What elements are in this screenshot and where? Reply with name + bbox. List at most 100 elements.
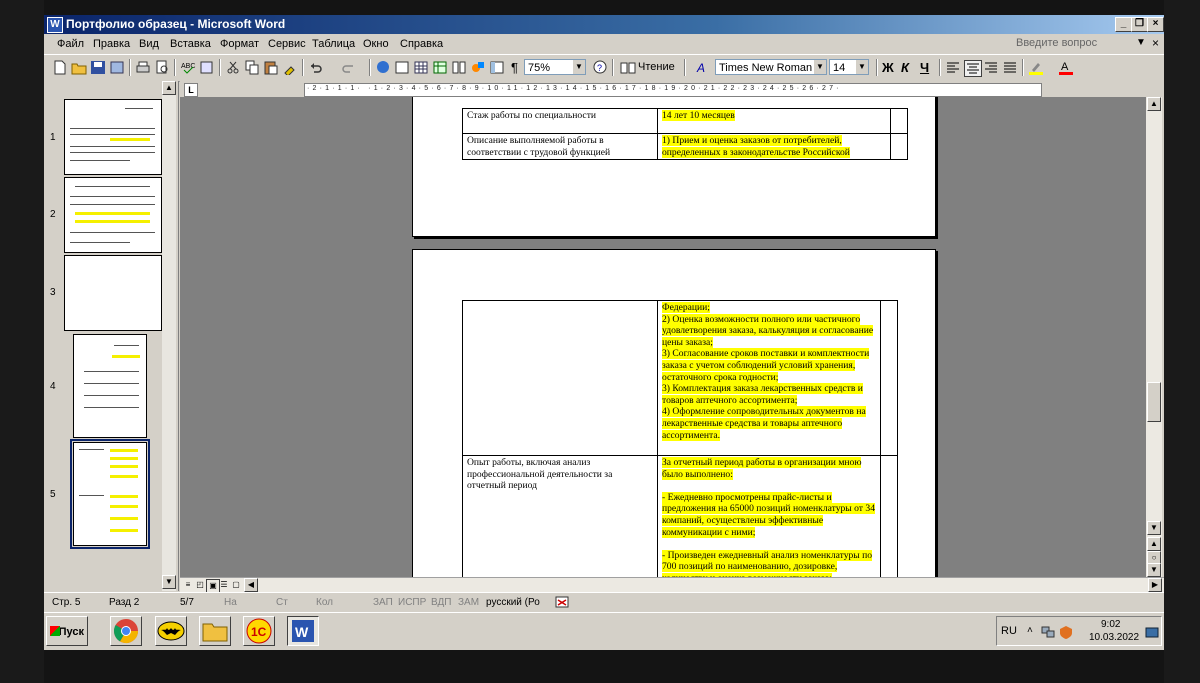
taskbar-batch-app[interactable] <box>155 616 187 646</box>
table-cell[interactable]: Стаж работы по специальности <box>462 108 658 134</box>
help-icon[interactable]: ? <box>592 60 608 75</box>
reading-mode-button[interactable]: Чтение <box>638 61 675 73</box>
table-cell[interactable]: 14 лет 10 месяцев <box>657 108 891 134</box>
cut-icon[interactable] <box>225 60 241 75</box>
font-size-combo[interactable]: 14 ▼ <box>829 59 869 75</box>
menu-view[interactable]: Вид <box>139 38 159 50</box>
menu-tools[interactable]: Сервис <box>268 38 306 50</box>
menu-insert[interactable]: Вставка <box>170 38 211 50</box>
maximize-button[interactable]: ❐ <box>1131 17 1148 32</box>
thumbnail-page-5[interactable] <box>73 442 147 546</box>
outline-view-icon[interactable]: ☰ <box>218 579 230 591</box>
language-indicator[interactable]: RU <box>1001 625 1017 637</box>
taskbar-chrome[interactable] <box>110 616 142 646</box>
taskbar-1c[interactable]: 1С <box>243 616 275 646</box>
menu-help[interactable]: Справка <box>400 38 443 50</box>
underline-button[interactable]: Ч <box>920 60 929 75</box>
spelling-status-icon[interactable] <box>555 596 573 609</box>
help-search-input[interactable]: Введите вопрос <box>1016 37 1126 51</box>
paste-icon[interactable] <box>263 60 279 75</box>
table-cell[interactable]: Описание выполняемой работы в соответств… <box>462 132 658 161</box>
status-track-changes[interactable]: ИСПР <box>398 597 426 608</box>
table-cell[interactable]: Федерации; 2) Оценка возможности полного… <box>657 300 881 456</box>
close-button[interactable]: × <box>1147 17 1164 32</box>
status-extend[interactable]: ВДП <box>431 597 451 608</box>
document-area[interactable]: Стаж работы по специальности 14 лет 10 м… <box>180 97 1146 577</box>
document-page[interactable]: Стаж работы по специальности 14 лет 10 м… <box>412 97 936 237</box>
redo-icon[interactable] <box>340 60 356 75</box>
status-language[interactable]: русский (Ро <box>486 597 540 608</box>
align-left-icon[interactable] <box>945 60 961 75</box>
thumbnail-page-3[interactable] <box>64 255 162 331</box>
scroll-up-icon[interactable]: ▲ <box>162 81 176 95</box>
new-document-icon[interactable] <box>52 60 68 75</box>
zoom-combo[interactable]: 75% ▼ <box>524 59 586 75</box>
taskbar-explorer[interactable] <box>199 616 231 646</box>
title-bar[interactable]: W Портфолио образец - Microsoft Word _ ❐… <box>44 15 1164 34</box>
next-page-icon[interactable]: ▼ <box>1147 563 1161 577</box>
security-icon[interactable] <box>1059 625 1073 639</box>
print-preview-icon[interactable] <box>154 60 170 75</box>
insert-excel-icon[interactable] <box>432 60 448 75</box>
taskbar-word[interactable]: W <box>287 616 319 646</box>
italic-button[interactable]: К <box>901 60 909 75</box>
menu-window[interactable]: Окно <box>363 38 389 50</box>
format-painter-icon[interactable] <box>282 60 298 75</box>
previous-page-icon[interactable]: ▲ <box>1147 537 1161 551</box>
columns-icon[interactable] <box>451 60 467 75</box>
styles-icon[interactable]: A <box>696 60 712 75</box>
align-right-icon[interactable] <box>983 60 999 75</box>
scroll-right-icon[interactable]: ▶ <box>1148 578 1162 592</box>
status-overtype[interactable]: ЗАМ <box>458 597 479 608</box>
thumbnail-page-2[interactable] <box>64 177 162 253</box>
status-record[interactable]: ЗАП <box>373 597 393 608</box>
insert-table-icon[interactable] <box>413 60 429 75</box>
show-hide-formatting-icon[interactable]: ¶ <box>508 60 524 75</box>
tab-stop-selector[interactable]: L <box>184 83 198 97</box>
spelling-icon[interactable]: ABC <box>180 60 196 75</box>
permission-icon[interactable] <box>109 60 125 75</box>
help-dropdown-icon[interactable]: ▼ <box>1136 37 1146 48</box>
table-cell[interactable]: 1) Прием и оценка заказов от потребителе… <box>657 132 891 161</box>
menu-file[interactable]: Файл <box>57 38 84 50</box>
table-cell[interactable] <box>462 300 658 456</box>
print-icon[interactable] <box>135 60 151 75</box>
reading-layout-icon[interactable] <box>620 60 636 75</box>
clock-time[interactable]: 9:02 <box>1101 619 1120 630</box>
scrollbar-thumb[interactable] <box>1147 382 1161 422</box>
minimize-button[interactable]: _ <box>1115 17 1132 32</box>
document-close-icon[interactable]: × <box>1152 36 1159 50</box>
drawing-icon[interactable] <box>470 60 486 75</box>
menu-edit[interactable]: Правка <box>93 38 130 50</box>
clock-date[interactable]: 10.03.2022 <box>1089 632 1139 643</box>
justify-icon[interactable] <box>1002 60 1018 75</box>
undo-icon[interactable] <box>308 60 324 75</box>
thumbnail-page-4[interactable] <box>73 334 147 438</box>
horizontal-ruler[interactable]: ·2·1·1·1· ·1·2·3·4·5·6·7·8·9·10·11·12·13… <box>304 83 1042 97</box>
scroll-down-icon[interactable]: ▼ <box>1147 521 1161 535</box>
normal-view-icon[interactable]: ≡ <box>182 579 194 591</box>
open-folder-icon[interactable] <box>71 60 87 75</box>
vertical-scrollbar[interactable]: ▲ ▼ ▲ ○ ▼ <box>1146 97 1162 577</box>
network-icon[interactable] <box>1041 625 1055 639</box>
font-name-combo[interactable]: Times New Roman ▼ <box>715 59 827 75</box>
menu-format[interactable]: Формат <box>220 38 259 50</box>
table-cell[interactable]: За отчетный период работы в организации … <box>657 455 881 577</box>
start-button[interactable]: Пуск <box>46 616 88 646</box>
bold-button[interactable]: Ж <box>882 60 894 75</box>
menu-table[interactable]: Таблица <box>312 38 355 50</box>
table-cell[interactable]: Опыт работы, включая анализ профессионал… <box>462 455 658 577</box>
thumbnails-scrollbar[interactable]: ▲ ▼ <box>162 81 176 591</box>
scroll-up-icon[interactable]: ▲ <box>1147 97 1161 111</box>
horizontal-scrollbar[interactable]: ≡ ◰ ▣ ☰ ▢ ◀ ▶ <box>180 577 1164 593</box>
font-color-icon[interactable]: A <box>1058 60 1074 75</box>
tables-borders-icon[interactable] <box>394 60 410 75</box>
align-center-icon[interactable] <box>964 60 982 77</box>
scroll-down-icon[interactable]: ▼ <box>162 575 176 589</box>
web-view-icon[interactable]: ◰ <box>194 579 206 591</box>
save-icon[interactable] <box>90 60 106 75</box>
research-icon[interactable] <box>199 60 215 75</box>
hyperlink-icon[interactable] <box>375 60 391 75</box>
reading-view-icon[interactable]: ▢ <box>230 579 242 591</box>
chevron-down-icon[interactable]: ▼ <box>573 60 585 74</box>
